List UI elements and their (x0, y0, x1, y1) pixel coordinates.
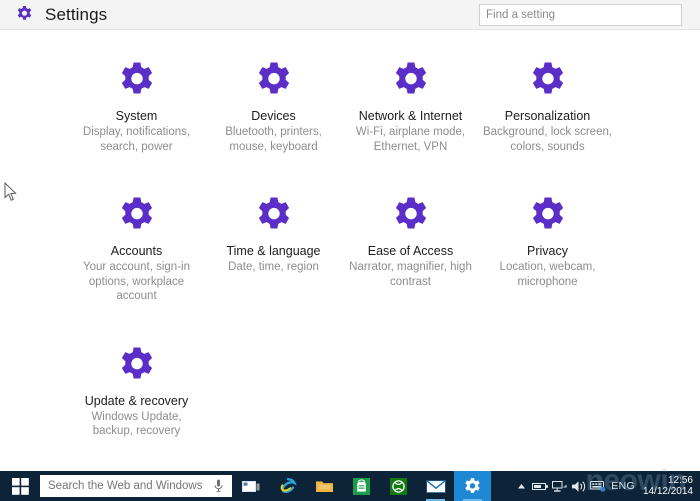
gear-icon (254, 60, 294, 100)
gear-icon (117, 345, 157, 385)
taskbar-button-internet-explorer[interactable] (269, 471, 306, 501)
task-view-icon (241, 480, 259, 492)
settings-tile-personalization[interactable]: Personalization Background, lock screen,… (479, 57, 616, 154)
tile-title: System (115, 109, 158, 123)
tile-description: Narrator, magnifier, high contrast (349, 261, 472, 288)
tile-description: Your account, sign-in options, workplace… (83, 261, 190, 302)
page-title: Settings (45, 4, 108, 24)
tray-language-indicator[interactable]: ENG (607, 480, 641, 492)
gear-icon (465, 477, 480, 493)
tile-title: Network & Internet (358, 109, 463, 123)
file-explorer-icon (316, 481, 333, 492)
taskbar-button-task-view[interactable] (232, 471, 269, 501)
show-hidden-icons-chevron-icon[interactable] (512, 471, 531, 501)
tile-description: Windows Update, backup, recovery (91, 410, 182, 438)
settings-tile-grid: System Display, notifications, search, p… (68, 57, 636, 477)
xbox-icon (390, 477, 407, 495)
tile-title: Update & recovery (84, 393, 189, 408)
find-a-setting-container (479, 4, 682, 26)
settings-tile-time-and-language[interactable]: Time & language Date, time, region (205, 192, 342, 304)
input-indicator-icon[interactable] (588, 471, 607, 501)
taskbar-button-file-explorer[interactable] (306, 471, 343, 501)
tile-title: Time & language (226, 244, 321, 258)
tile-description: Background, lock screen, colors, sounds (482, 126, 613, 153)
settings-tile-update-and-recovery[interactable]: Update & recovery Windows Update, backup… (68, 342, 205, 439)
tile-description: Display, notifications, search, power (82, 126, 191, 153)
tile-title: Personalization (504, 109, 591, 123)
settings-tile-accounts[interactable]: Accounts Your account, sign-in options, … (68, 192, 205, 304)
gear-icon (15, 5, 34, 24)
start-button[interactable] (0, 471, 40, 501)
taskbar-button-mail[interactable] (417, 471, 454, 501)
store-icon (353, 477, 370, 495)
gear-icon (391, 60, 431, 100)
gear-icon (391, 195, 431, 235)
settings-tile-system[interactable]: System Display, notifications, search, p… (68, 57, 205, 154)
taskbar-button-xbox[interactable] (380, 471, 417, 501)
tile-description: Date, time, region (228, 261, 319, 273)
tile-title: Privacy (527, 244, 568, 258)
settings-tile-privacy[interactable]: Privacy Location, webcam, microphone (479, 192, 616, 304)
tray-clock[interactable]: 12:56 14/12/2014 (641, 475, 693, 498)
tile-description: Bluetooth, printers, mouse, keyboard (225, 126, 322, 153)
gear-icon (528, 60, 568, 100)
battery-icon[interactable] (531, 471, 550, 501)
settings-tile-network-and-internet[interactable]: Network & Internet Wi-Fi, airplane mode,… (342, 57, 479, 154)
mouse-cursor (4, 181, 18, 207)
microphone-icon[interactable] (209, 479, 227, 493)
settings-tile-devices[interactable]: Devices Bluetooth, printers, mouse, keyb… (205, 57, 342, 154)
volume-icon[interactable] (569, 471, 588, 501)
tile-description: Wi-Fi, airplane mode, Ethernet, VPN (355, 126, 466, 153)
network-icon[interactable] (550, 471, 569, 501)
search-input[interactable] (479, 4, 682, 26)
tile-title: Accounts (110, 244, 163, 258)
taskbar-button-settings[interactable] (454, 471, 491, 501)
gear-icon (528, 195, 568, 235)
internet-explorer-icon (280, 478, 297, 494)
system-tray: ENG 12:56 14/12/2014 (512, 471, 700, 501)
settings-content-area: System Display, notifications, search, p… (0, 30, 700, 471)
gear-icon (254, 195, 294, 235)
taskbar-search-box[interactable]: Search the Web and Windows (40, 475, 232, 497)
settings-tile-ease-of-access[interactable]: Ease of Access Narrator, magnifier, high… (342, 192, 479, 304)
tile-description: Location, webcam, microphone (499, 261, 596, 288)
taskbar: Search the Web and Windows ENG 12:56 14/… (0, 464, 700, 501)
tray-clock-time: 12:56 (667, 474, 693, 486)
window-titlebar: Settings (0, 0, 700, 30)
tray-clock-date: 14/12/2014 (642, 486, 693, 497)
taskbar-search-placeholder: Search the Web and Windows (48, 480, 203, 492)
tile-title: Ease of Access (367, 244, 454, 258)
windows-logo-icon (11, 477, 29, 495)
mail-icon (425, 479, 446, 493)
tile-title: Devices (251, 109, 296, 123)
gear-icon (117, 195, 157, 235)
gear-icon (117, 60, 157, 100)
taskbar-button-store[interactable] (343, 471, 380, 501)
